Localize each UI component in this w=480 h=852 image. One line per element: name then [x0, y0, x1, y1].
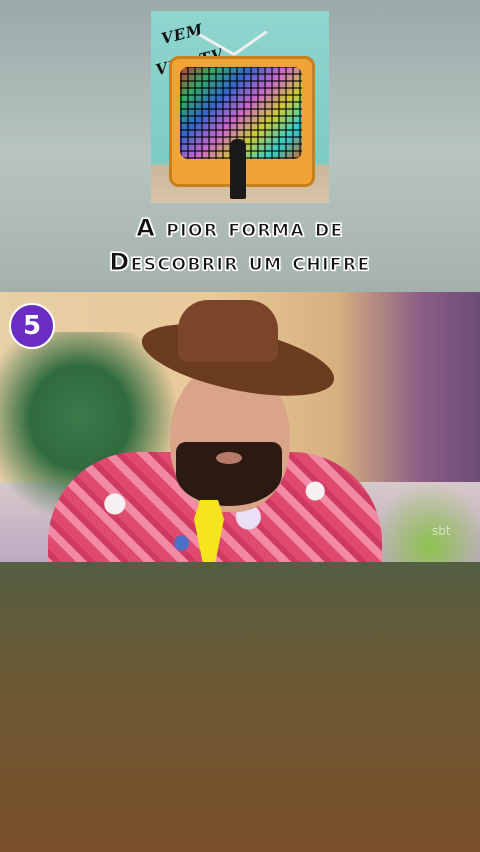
caption-line2: Descobrir um chifre [109, 248, 371, 277]
caption-line1: A pior forma de [136, 214, 344, 243]
tv-watermark: sbt [432, 524, 451, 538]
channel-logo: VEM VER TV [151, 11, 329, 203]
person-mouth [216, 452, 242, 464]
cowboy-hat-crown [178, 300, 278, 362]
tv-antenna-right [233, 30, 268, 56]
channel-badge: 5 [9, 303, 55, 349]
small-plant [370, 482, 480, 562]
video-frame[interactable]: 5 sbt [0, 292, 480, 562]
man-silhouette [230, 139, 246, 199]
